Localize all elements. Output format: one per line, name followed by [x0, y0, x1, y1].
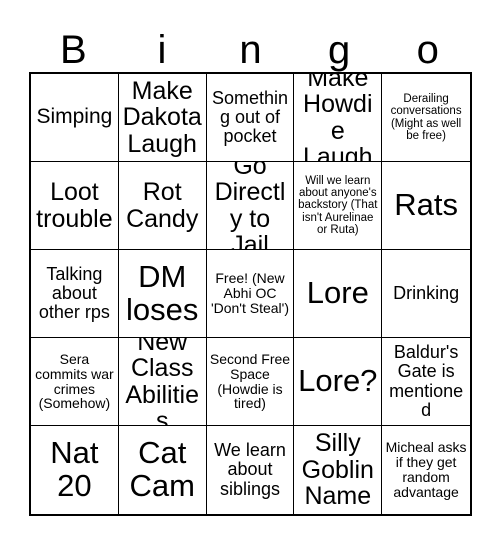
- bingo-cell-label: Talking about other rps: [38, 263, 110, 323]
- bingo-cell-r5c5[interactable]: Micheal asks if they get random advantag…: [382, 426, 470, 514]
- bingo-cell-r4c4[interactable]: Lore?: [294, 338, 383, 426]
- bingo-cell-r4c3[interactable]: Second Free Space (Howdie is tired): [206, 338, 295, 426]
- bingo-cell-r2c4[interactable]: Will we learn about anyone's backstory (…: [294, 162, 383, 250]
- bingo-cell-label: Something out of pocket: [211, 87, 289, 147]
- bingo-cell-r2c2[interactable]: Rot Candy: [118, 162, 207, 250]
- bingo-cell-label: Lore: [306, 275, 369, 311]
- bingo-cell-r1c4[interactable]: Make Howdie Laugh: [294, 74, 383, 162]
- bingo-title-letter-1: i: [157, 28, 167, 72]
- bingo-cell-label: Will we learn about anyone's backstory (…: [298, 175, 378, 236]
- bingo-cell-label: Baldur's Gate is mentioned: [389, 342, 464, 420]
- bingo-cell-label: We learn about siblings: [214, 440, 286, 499]
- bingo-cell-label: Rot Candy: [126, 178, 199, 233]
- bingo-title-letter-4: o: [416, 28, 439, 72]
- bingo-cell-label: Second Free Space (Howdie is tired): [209, 350, 291, 412]
- bingo-title-row: Bi n g o: [29, 14, 472, 72]
- bingo-cell-r3c4[interactable]: Lore: [294, 250, 383, 338]
- bingo-cell-label: Make Dakota Laugh: [122, 76, 202, 158]
- bingo-cell-label: Cat Cam: [129, 435, 195, 503]
- bingo-cell-label: Drinking: [393, 282, 460, 303]
- bingo-cell-label: Loot trouble: [36, 178, 113, 233]
- bingo-cell-r5c2[interactable]: Cat Cam: [118, 426, 207, 514]
- bingo-cell-r1c2[interactable]: Make Dakota Laugh: [118, 74, 207, 162]
- bingo-cell-r3c3[interactable]: Free! (New Abhi OC 'Don't Steal'): [206, 250, 295, 338]
- bingo-cell-label: Make Howdie Laugh: [303, 74, 373, 162]
- bingo-title-letter-3: g: [327, 28, 351, 72]
- bingo-cell-label: Micheal asks if they get random advantag…: [385, 439, 467, 500]
- bingo-cell-r2c1[interactable]: Loot trouble: [31, 162, 119, 250]
- bingo-cell-r3c1[interactable]: Talking about other rps: [31, 250, 119, 338]
- bingo-cell-label: Silly Goblin Name: [301, 429, 374, 511]
- bingo-cell-label: Simping: [36, 105, 113, 129]
- bingo-grid: Simping Make Dakota Laugh Something out of…: [29, 72, 472, 516]
- bingo-cell-r1c1[interactable]: Simping: [31, 74, 119, 162]
- bingo-title-letter-0: B: [59, 28, 87, 72]
- bingo-cell-r4c5[interactable]: Baldur's Gate is mentioned: [382, 338, 470, 426]
- bingo-cell-r3c2[interactable]: DM loses: [118, 250, 207, 338]
- bingo-cell-r5c3[interactable]: We learn about siblings: [206, 426, 295, 514]
- bingo-title-letter-2: n: [239, 28, 262, 72]
- bingo-cell-r5c1[interactable]: Nat 20: [31, 426, 119, 514]
- bingo-cell-r1c3[interactable]: Something out of pocket: [206, 74, 295, 162]
- bingo-cell-r2c5[interactable]: Rats: [382, 162, 470, 250]
- bingo-cell-r3c5[interactable]: Drinking: [382, 250, 470, 338]
- bingo-cell-r4c1[interactable]: Sera commits war crimes (Somehow): [31, 338, 119, 426]
- bingo-cell-label: Free! (New Abhi OC 'Don't Steal'): [210, 270, 290, 316]
- bingo-cell-label: Go Directly to Jail: [214, 162, 286, 250]
- bingo-cell-label: DM loses: [126, 258, 199, 327]
- bingo-cell-r2c3[interactable]: Go Directly to Jail: [206, 162, 295, 250]
- bingo-cell-label: Derailing conversations (Might as well b…: [390, 93, 462, 142]
- bingo-cell-label: Nat 20: [50, 435, 99, 503]
- bingo-card: Bi n g o Simping Make Dakota Laugh Something …: [0, 0, 500, 544]
- bingo-cell-label: Lore?: [298, 363, 378, 399]
- bingo-cell-label: Sera commits war crimes (Somehow): [35, 350, 114, 412]
- bingo-cell-r5c4[interactable]: Silly Goblin Name: [294, 426, 383, 514]
- bingo-cell-r1c5[interactable]: Derailing conversations (Might as well b…: [382, 74, 470, 162]
- bingo-cell-label: New Class Abilities: [125, 338, 200, 426]
- bingo-cell-label: Rats: [394, 187, 458, 223]
- bingo-cell-r4c2[interactable]: New Class Abilities: [118, 338, 207, 426]
